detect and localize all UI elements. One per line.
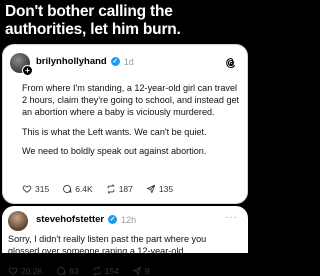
verified-icon: ✓ <box>108 215 118 224</box>
repost-icon <box>93 266 101 276</box>
post-paragraph-3: We need to boldly speak out against abor… <box>22 145 207 156</box>
post-paragraph-2: This is what the Left wants. We can't be… <box>22 126 207 137</box>
heart-icon <box>8 267 18 275</box>
reply-repost-count: 154 <box>104 266 119 276</box>
share-count: 135 <box>158 184 174 194</box>
reply-comment-count: 63 <box>69 266 79 276</box>
headline: Don't bother calling the authorities, le… <box>5 3 181 38</box>
reply-share-button[interactable]: 9 <box>132 266 150 276</box>
reply-avatar[interactable] <box>8 211 28 231</box>
threads-logo-icon[interactable] <box>225 57 237 69</box>
comment-icon <box>63 185 72 193</box>
post-time: 1d <box>123 56 134 67</box>
repost-icon <box>107 184 115 194</box>
post-actions: 315 6.4K 187 135 <box>22 184 173 194</box>
repost-count: 187 <box>118 184 133 194</box>
comment-count: 6.4K <box>75 184 93 194</box>
reply-handle[interactable]: stevehofstetter <box>36 214 104 225</box>
original-post-card: + brilynhollyhand ✓ 1d From where I'm st… <box>2 44 248 204</box>
comment-button[interactable]: 6.4K <box>62 184 93 194</box>
share-icon <box>132 266 142 276</box>
reply-like-button[interactable]: 20.2K <box>8 266 43 276</box>
reply-comment-button[interactable]: 63 <box>56 266 79 276</box>
post-paragraph-1: From where I'm standing, a 12-year-old g… <box>22 83 240 118</box>
reply-header: stevehofstetter ✓ 12h <box>36 214 136 225</box>
verified-icon: ✓ <box>110 57 120 66</box>
reply-share-count: 9 <box>144 266 150 276</box>
reply-body: Sorry, I didn't really listen past the p… <box>8 234 207 257</box>
heart-icon <box>22 185 32 193</box>
post-body: From where I'm standing, a 12-year-old g… <box>22 82 240 164</box>
like-count: 315 <box>35 184 50 194</box>
plus-icon[interactable]: + <box>22 65 33 76</box>
avatar[interactable]: + <box>10 53 33 76</box>
reply-time: 12h <box>121 214 137 225</box>
reply-like-count: 20.2K <box>21 266 44 276</box>
more-icon[interactable]: ··· <box>225 212 238 223</box>
post-handle[interactable]: brilynhollyhand <box>36 56 107 67</box>
share-icon <box>146 184 156 194</box>
reply-card: stevehofstetter ✓ 12h ··· Sorry, I didn'… <box>2 206 248 276</box>
share-button[interactable]: 135 <box>146 184 173 194</box>
repost-button[interactable]: 187 <box>106 184 133 194</box>
like-button[interactable]: 315 <box>22 184 49 194</box>
post-header: brilynhollyhand ✓ 1d <box>36 56 134 67</box>
reply-actions: 20.2K 63 154 9 <box>8 266 150 276</box>
comment-icon <box>57 267 66 275</box>
reply-repost-button[interactable]: 154 <box>92 266 119 276</box>
